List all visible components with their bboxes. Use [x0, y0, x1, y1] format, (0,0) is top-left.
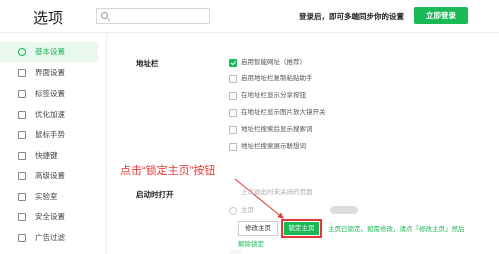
checkbox[interactable]	[229, 92, 237, 100]
checkbox[interactable]	[229, 126, 237, 134]
sidebar-item-label: 实验室	[35, 192, 58, 201]
window-icon	[18, 69, 26, 77]
advanced-icon	[18, 172, 26, 180]
shield-icon	[18, 213, 26, 221]
sidebar-item-gestures[interactable]: 鼠标手势	[0, 125, 98, 145]
sidebar-item-basic[interactable]: 基本设置	[0, 42, 98, 62]
sidebar-item-lab[interactable]: 实验室	[0, 187, 98, 207]
checkbox-checked[interactable]	[229, 59, 237, 67]
lock-status-message: 主页已锁定。如需修改，请点「修改主页」然后	[328, 226, 465, 233]
sidebar-item-tabs[interactable]: 标签设置	[0, 84, 98, 104]
checkbox[interactable]	[229, 109, 237, 117]
sidebar-item-adblock[interactable]: 广告过滤	[0, 228, 98, 248]
mouse-icon	[18, 131, 26, 139]
sidebar: 基本设置 界面设置 标签设置 优化加速 鼠标手势 快捷键 高级设置 实验室 安全…	[0, 33, 98, 254]
checkbox[interactable]	[229, 143, 237, 151]
page-title: 选项	[33, 10, 64, 27]
sidebar-item-label: 优化加速	[35, 110, 65, 119]
sidebar-divider	[106, 33, 107, 254]
login-button[interactable]: 立即登录	[414, 7, 468, 24]
option-label: 地址栏搜索后显示搜索词	[241, 126, 313, 133]
sidebar-item-label: 快捷键	[35, 151, 58, 160]
sidebar-item-speed[interactable]: 优化加速	[0, 105, 98, 125]
sidebar-item-shortcuts[interactable]: 快捷键	[0, 146, 98, 166]
address-bar-section-title: 地址栏	[136, 59, 159, 68]
sidebar-item-security[interactable]: 安全设置	[0, 207, 98, 227]
sync-hint: 登录后，即可多端同步你的设置	[299, 12, 404, 21]
option-label: 地址栏搜索展示联想词	[241, 143, 306, 150]
startup-section-title: 启动时打开	[136, 190, 174, 199]
sidebar-item-interface[interactable]: 界面设置	[0, 63, 98, 83]
option-label: 上次退出时未关闭的页面	[241, 189, 313, 196]
lock-homepage-highlight: 锁定主页	[281, 219, 322, 238]
top-bar: 选项 登录后，即可多端同步你的设置 立即登录	[0, 0, 499, 33]
sidebar-item-label: 鼠标手势	[35, 130, 65, 139]
block-icon	[18, 234, 26, 242]
lock-homepage-button[interactable]: 锁定主页	[284, 222, 319, 235]
keyboard-icon	[18, 152, 26, 160]
sidebar-item-label: 广告过滤	[35, 233, 65, 242]
next-option-partial	[229, 250, 241, 254]
search-icon	[101, 12, 108, 19]
sidebar-item-label: 界面设置	[35, 68, 65, 77]
sidebar-item-label: 标签设置	[35, 89, 65, 98]
edit-homepage-button[interactable]: 修改主页	[238, 221, 278, 236]
sidebar-item-label: 基本设置	[35, 47, 65, 56]
radio-button[interactable]	[229, 207, 237, 215]
option-label: 主页	[241, 207, 254, 214]
settings-icon	[18, 48, 26, 56]
sidebar-item-label: 安全设置	[35, 212, 65, 221]
search-input[interactable]	[96, 8, 210, 24]
speed-icon	[18, 111, 26, 119]
tab-icon	[18, 90, 26, 98]
lab-icon	[18, 193, 26, 201]
option-label: 启用地址栏复制粘贴助手	[241, 75, 313, 82]
option-label: 在地址栏显示分享按钮	[241, 92, 306, 99]
option-label: 启用智能网址（推荐）	[241, 59, 306, 66]
checkbox[interactable]	[229, 75, 237, 83]
homepage-url-blurred	[330, 206, 358, 214]
sidebar-item-advanced[interactable]: 高级设置	[0, 166, 98, 186]
option-label: 在地址栏显示图片放大镜开关	[241, 109, 326, 116]
sidebar-item-label: 高级设置	[35, 171, 65, 180]
unlock-link[interactable]: 解除锁定	[238, 238, 264, 248]
annotation-text: 点击“锁定主页”按钮	[120, 165, 216, 177]
